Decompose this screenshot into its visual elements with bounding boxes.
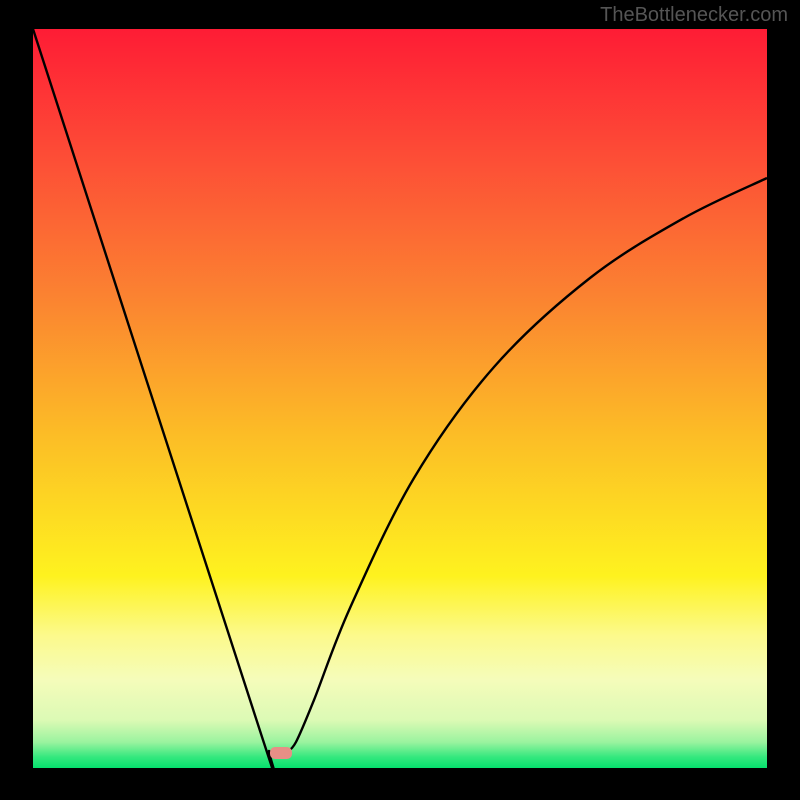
minimum-marker bbox=[270, 747, 292, 759]
bottleneck-chart bbox=[0, 0, 800, 800]
watermark-text: TheBottlenecker.com bbox=[600, 4, 788, 27]
plot-area bbox=[33, 29, 767, 768]
